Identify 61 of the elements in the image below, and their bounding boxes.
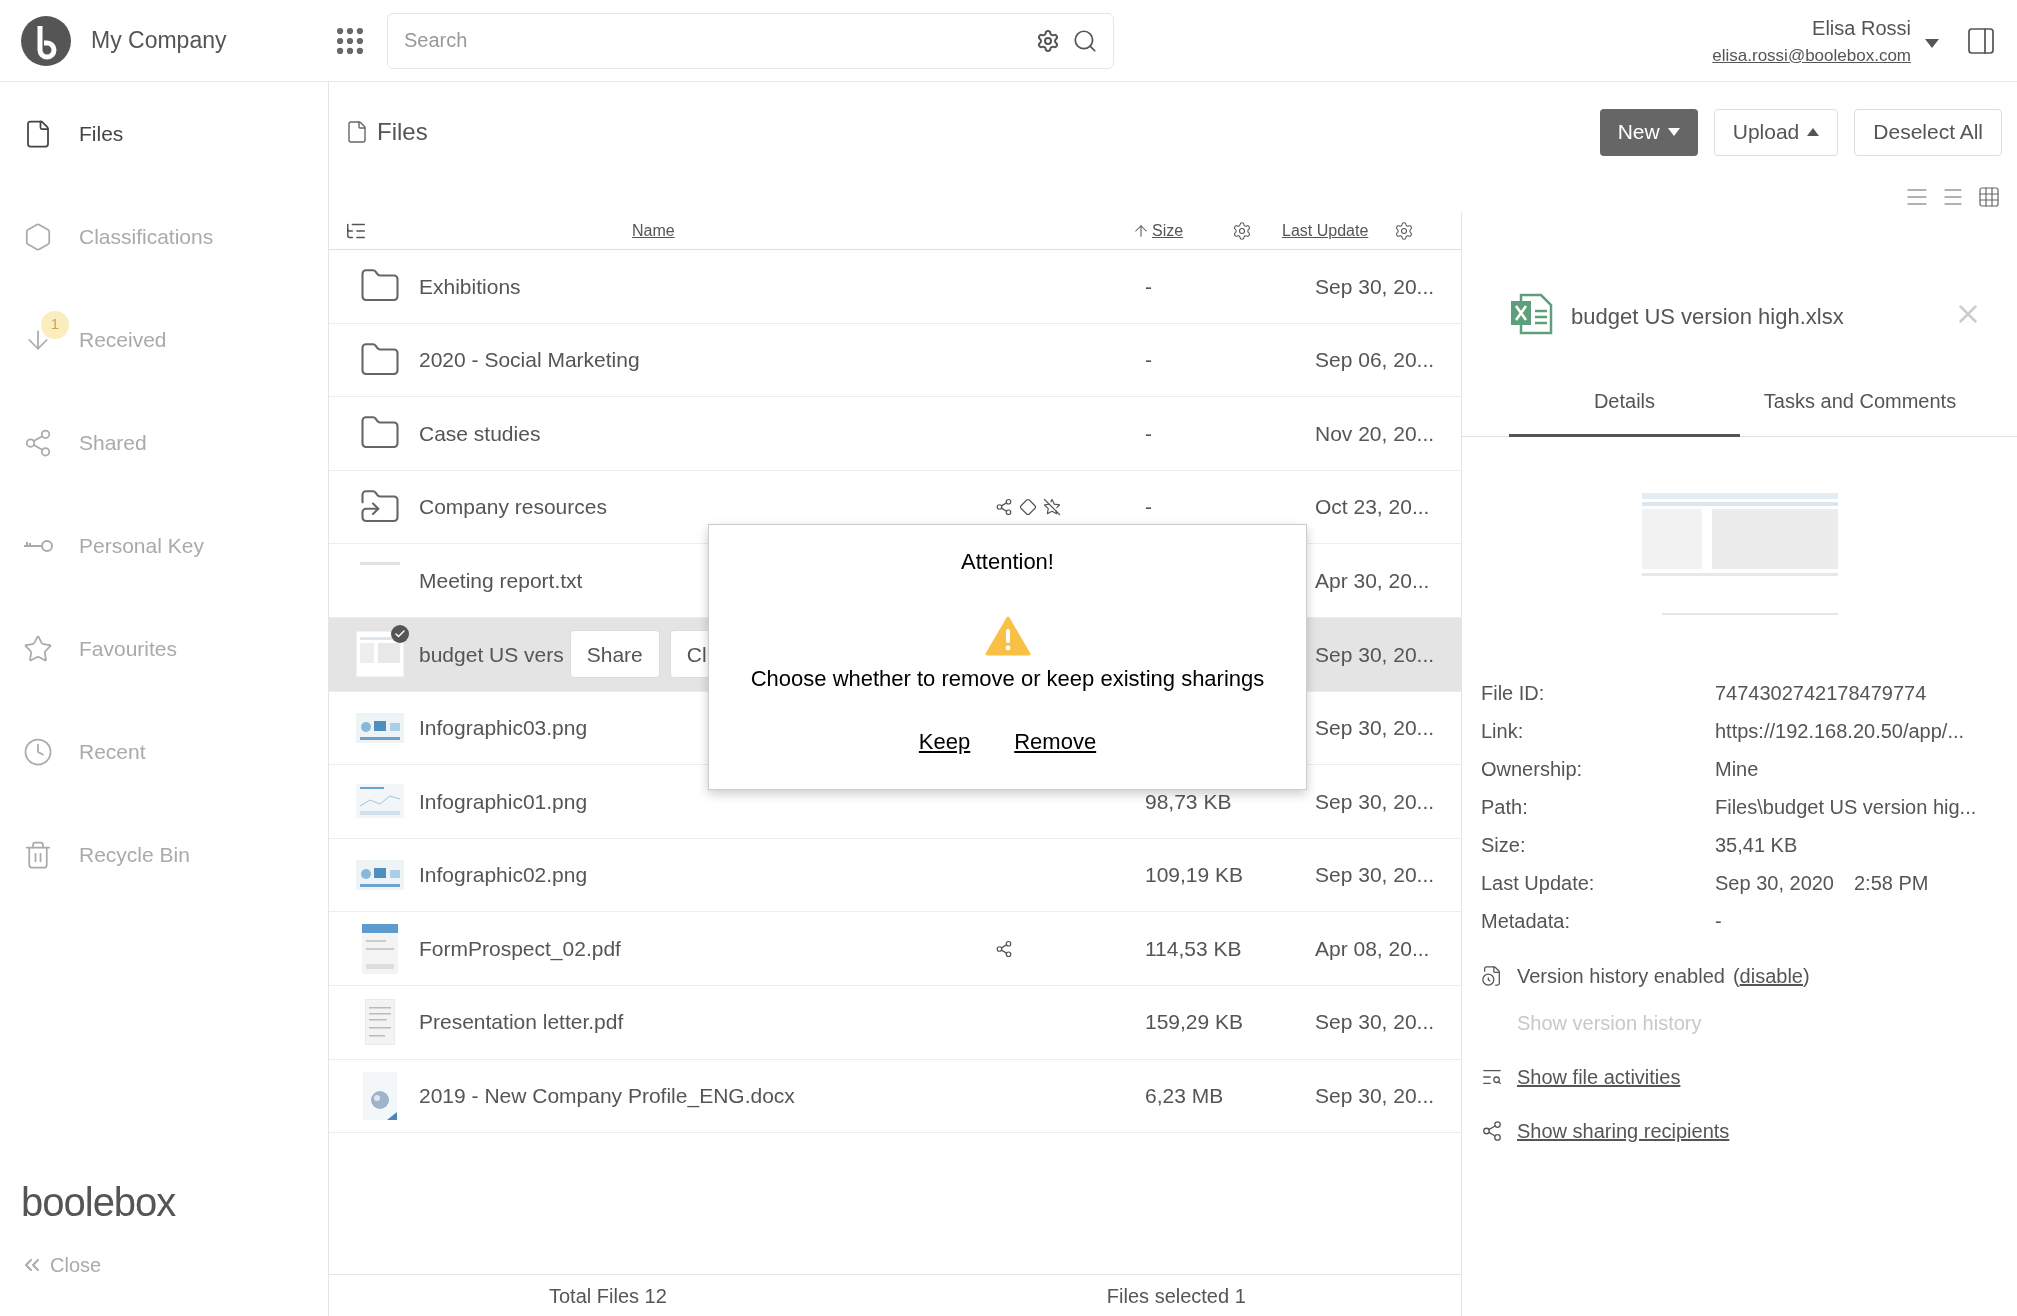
field-time: 2:58 PM	[1854, 871, 1929, 896]
field-label: Link:	[1481, 719, 1525, 744]
file-name: Presentation letter.pdf	[419, 1009, 624, 1036]
file-size: 109,19 KB	[1145, 862, 1245, 889]
file-name: Infographic01.png	[419, 788, 588, 815]
file-date: Sep 30, 20...	[1315, 862, 1436, 889]
field-label: Last Update:	[1481, 871, 1596, 896]
file-name: Company resources	[419, 494, 607, 521]
field-value: Mine	[1715, 757, 1759, 782]
dialog-message: Choose whether to remove or keep existing sharings	[750, 665, 1265, 693]
file-date: Sep 30, 20...	[1315, 715, 1436, 742]
file-date: Sep 30, 20...	[1315, 788, 1436, 815]
page-title: Files	[377, 117, 428, 147]
brand-logo: boolebox	[20, 1182, 177, 1222]
field-value: https://192.168.20.50/app/...	[1715, 719, 1965, 744]
file-name: FormProspect_02.pdf	[419, 935, 621, 963]
field-label: File ID:	[1481, 681, 1546, 706]
file-name: Exhibitions	[419, 273, 521, 300]
file-size: -	[1145, 494, 1153, 521]
company-name: My Company	[91, 26, 227, 56]
file-name: Case studies	[419, 420, 541, 447]
field-value: Sep 30, 2020	[1715, 871, 1834, 896]
file-name: Infographic02.png	[419, 862, 588, 889]
total-files: Total Files 12	[549, 1283, 667, 1309]
selected-count: Files selected 1	[1106, 1283, 1246, 1309]
file-size: 6,23 MB	[1145, 1083, 1225, 1110]
file-size: -	[1145, 273, 1153, 300]
field-value: 7474302742178479774	[1715, 681, 1927, 706]
field-label: Metadata:	[1481, 909, 1571, 934]
file-name: 2019 - New Company Profile_ENG.docx	[419, 1083, 795, 1110]
file-date: Sep 30, 20...	[1315, 1009, 1436, 1036]
count-badge: 1	[41, 310, 69, 339]
file-size: -	[1145, 347, 1153, 374]
user-name: Elisa Rossi	[1812, 15, 1911, 41]
file-name: Meeting report.txt	[419, 567, 583, 594]
field-label: Ownership:	[1481, 757, 1584, 782]
file-size: 159,29 KB	[1145, 1009, 1245, 1036]
details-title: budget US version high.xlsx	[1571, 303, 1844, 331]
file-size: -	[1145, 420, 1153, 447]
file-date: Sep 30, 20...	[1315, 1083, 1436, 1110]
field-label: Path:	[1481, 795, 1529, 820]
file-date: Sep 30, 20...	[1315, 273, 1436, 300]
file-date: Oct 23, 20...	[1315, 494, 1431, 521]
field-value: -	[1715, 909, 1722, 934]
file-size: 98,73 KB	[1145, 788, 1233, 815]
file-date: Apr 30, 20...	[1315, 567, 1431, 594]
file-name: budget US vers	[419, 641, 564, 668]
version-status: Version history enabled	[1517, 964, 1725, 989]
dialog-title: Attention!	[961, 548, 1054, 576]
field-label: Size:	[1481, 833, 1527, 858]
file-date: Sep 06, 20...	[1315, 347, 1436, 374]
file-name: 2020 - Social Marketing	[419, 347, 640, 374]
file-date: Sep 30, 20...	[1315, 641, 1436, 668]
parenthesis: (	[1732, 964, 1740, 989]
file-date: Apr 08, 20...	[1315, 935, 1431, 962]
field-value: 35,41 KB	[1715, 833, 1798, 858]
file-size: 114,53 KB	[1145, 935, 1243, 962]
field-value: Files\budget US version hig...	[1715, 795, 1977, 820]
file-date: Nov 20, 20...	[1315, 420, 1436, 447]
parenthesis: )	[1803, 964, 1810, 989]
file-name: Infographic03.png	[419, 715, 588, 742]
